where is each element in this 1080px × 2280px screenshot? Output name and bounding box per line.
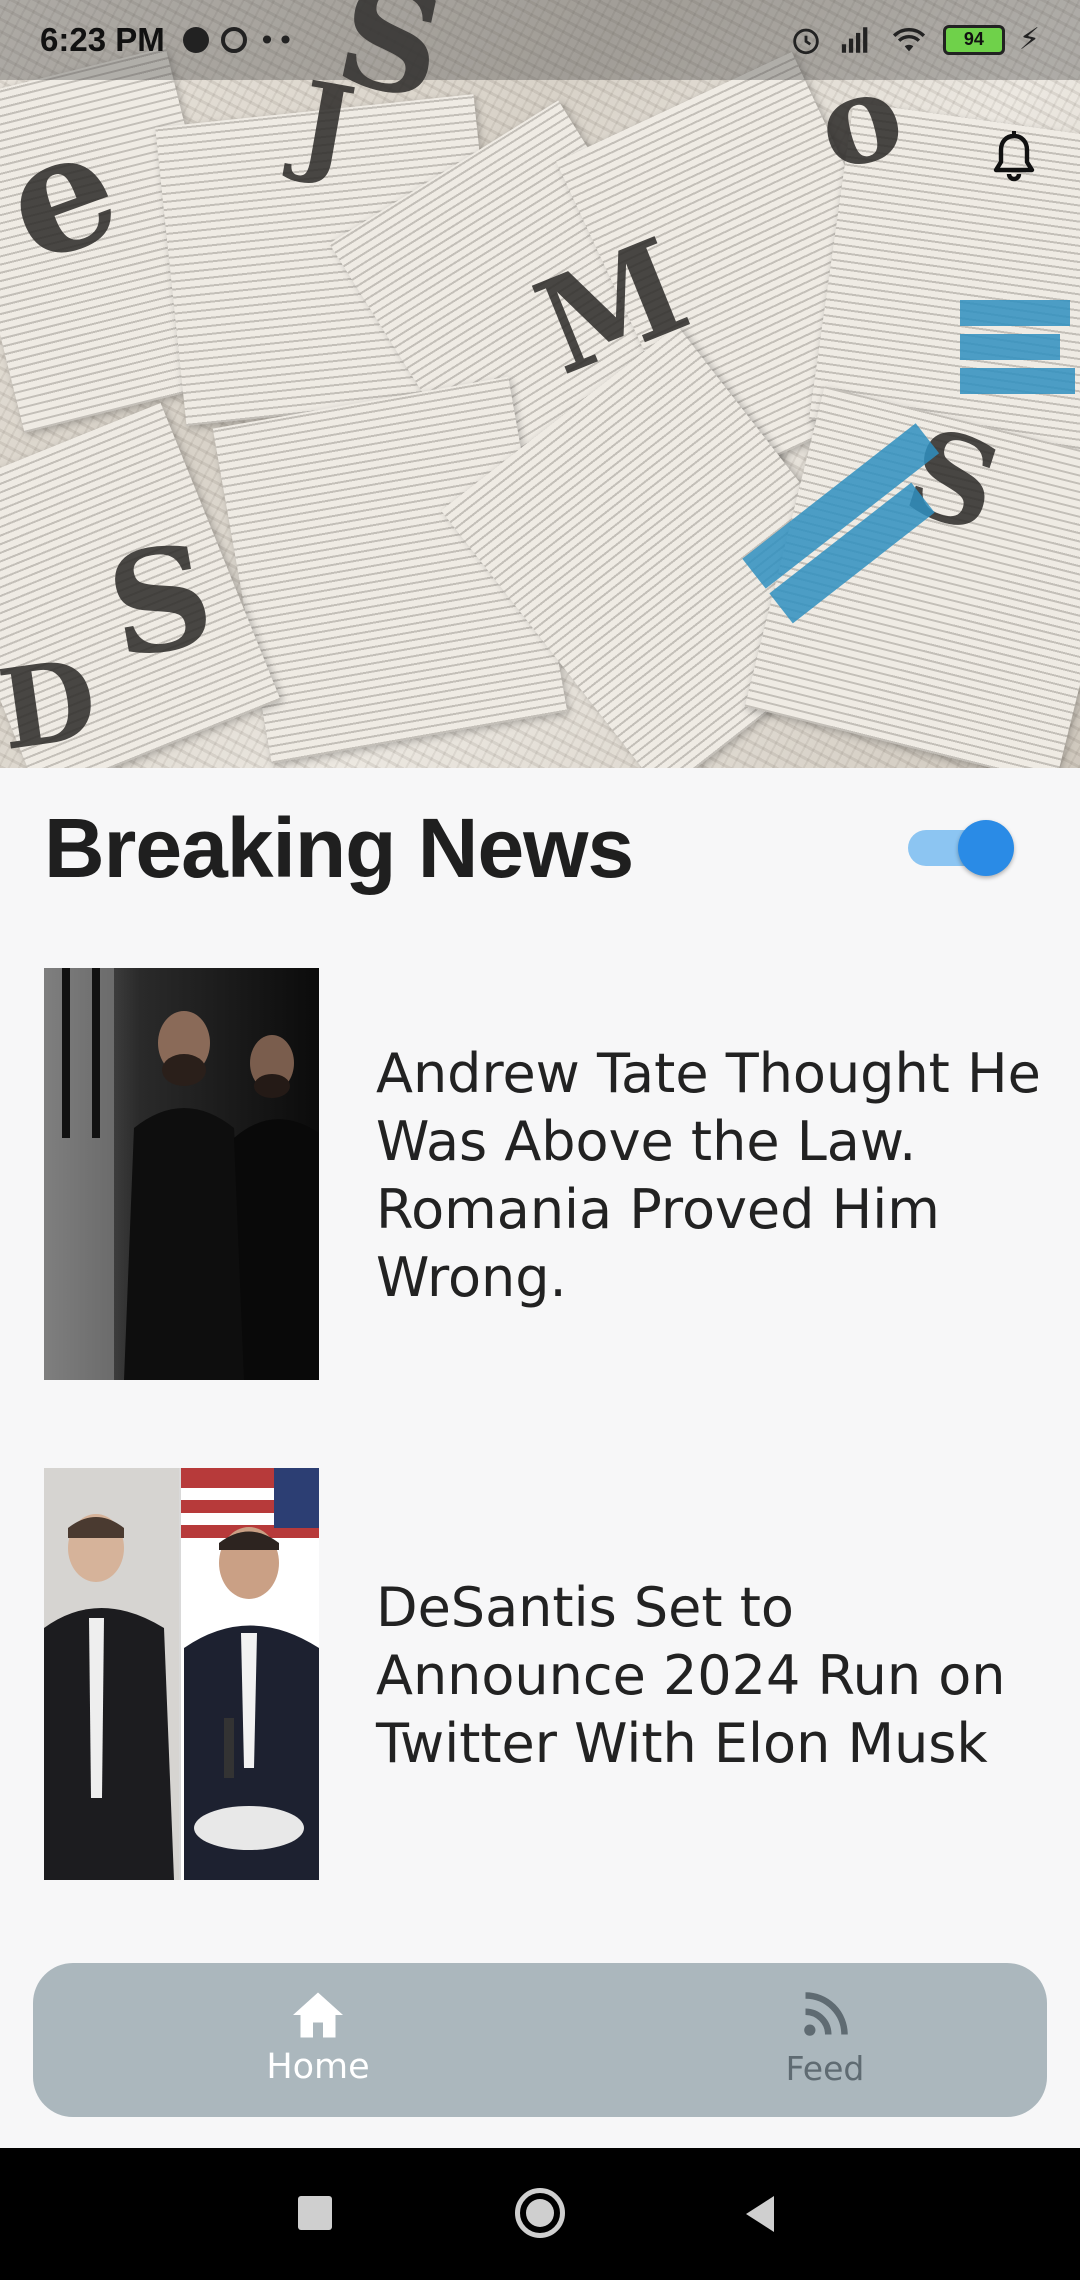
bottom-navigation: Home Feed — [33, 1963, 1047, 2117]
page-title: Breaking News — [44, 801, 634, 895]
charging-icon: ⚡ — [1018, 22, 1040, 57]
news-list-item[interactable]: DeSantis Set to Announce 2024 Run on Twi… — [44, 1468, 1044, 1880]
back-button[interactable] — [742, 2194, 778, 2234]
home-icon — [293, 1992, 343, 2038]
nav-item-home[interactable]: Home — [168, 1963, 468, 2117]
nav-label-home: Home — [266, 2047, 370, 2087]
bell-icon[interactable] — [990, 130, 1038, 186]
nav-item-feed[interactable]: Feed — [675, 1963, 975, 2117]
status-bar: 6:23 PM •• 94 ⚡ — [0, 0, 1080, 80]
alarm-icon — [793, 28, 819, 54]
newspaper-blue-headline-decoration — [960, 300, 1080, 394]
news-list-item[interactable]: Andrew Tate Thought He Was Above the Law… — [44, 968, 1044, 1380]
news-headline: Andrew Tate Thought He Was Above the Law… — [376, 1042, 1041, 1309]
more-notifications-icon: •• — [258, 23, 296, 57]
breaking-news-toggle[interactable] — [908, 820, 1014, 876]
news-headline: DeSantis Set to Announce 2024 Run on Twi… — [376, 1576, 1006, 1775]
home-button-dot — [526, 2199, 554, 2227]
wifi-icon — [892, 27, 925, 51]
news-thumbnail — [44, 1468, 319, 1880]
status-notification-icons: •• — [182, 23, 296, 57]
rss-icon — [804, 1992, 848, 2036]
newspaper-letter-decoration: D — [0, 633, 104, 768]
news-thumbnail — [44, 968, 319, 1380]
status-system-icons: 94 ⚡ — [789, 22, 1040, 57]
system-navigation-bar — [0, 2148, 1080, 2280]
hero-image: e J M o S S S D — [0, 0, 1080, 768]
battery-level: 94 — [963, 29, 984, 49]
home-button[interactable] — [515, 2188, 565, 2238]
sync-icon — [220, 27, 247, 53]
nav-label-feed: Feed — [785, 2049, 865, 2088]
battery-icon: 94 — [942, 24, 1005, 55]
recents-button[interactable] — [298, 2196, 332, 2230]
status-time: 6:23 PM — [40, 21, 165, 58]
toggle-knob — [958, 820, 1014, 876]
signal-icon — [841, 26, 868, 53]
messenger-icon — [182, 27, 209, 53]
app-screen: e J M o S S S D 6:23 PM •• 94 ⚡ Breaking… — [0, 0, 1080, 2280]
